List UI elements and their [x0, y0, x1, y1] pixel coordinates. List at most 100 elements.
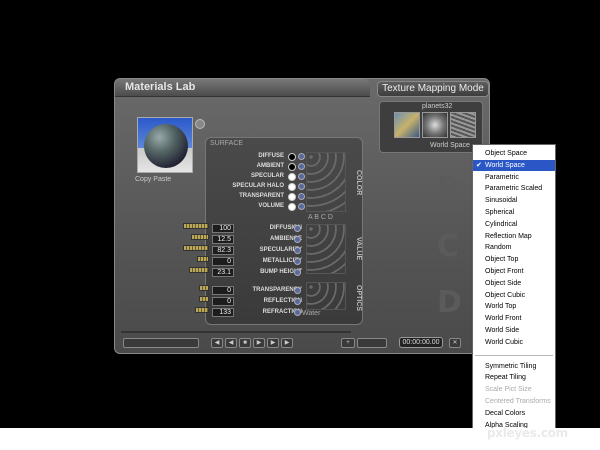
color-link-knob[interactable] [298, 163, 305, 170]
menu-item-label: Object Side [485, 279, 522, 287]
menu-item[interactable]: World Cubic [473, 337, 555, 348]
texture-thumb-1[interactable] [394, 112, 420, 138]
property-value-field[interactable]: 0 [212, 297, 234, 306]
color-link-knob[interactable] [298, 203, 305, 210]
property-link-knob[interactable] [294, 269, 301, 276]
value-slider[interactable] [195, 307, 209, 313]
add-keyframe-button[interactable]: + [341, 338, 355, 348]
value-slider[interactable] [191, 234, 209, 240]
menu-item[interactable]: Reflection Map [473, 231, 555, 242]
property-link-knob[interactable] [294, 298, 301, 305]
menu-item[interactable]: Object Side [473, 278, 555, 289]
menu-item[interactable]: Object Top [473, 254, 555, 265]
property-link-knob[interactable] [294, 258, 301, 265]
keyframe-controls[interactable] [357, 338, 387, 348]
menu-separator [475, 354, 553, 356]
color-swatch[interactable] [288, 153, 296, 161]
menu-item[interactable]: Symmetric Tiling [473, 361, 555, 372]
color-swatch[interactable] [288, 203, 296, 211]
layer-b-letter[interactable]: B [437, 171, 460, 206]
property-value-field[interactable]: 0 [212, 257, 234, 266]
menu-item[interactable]: Random [473, 242, 555, 253]
close-button[interactable]: ✕ [449, 338, 461, 348]
menu-item[interactable]: Object Cubic [473, 290, 555, 301]
texture-name: planets32 [422, 103, 453, 110]
property-value-field[interactable]: 82.3 [212, 246, 234, 255]
value-texture-grid[interactable] [306, 224, 346, 274]
color-link-knob[interactable] [298, 183, 305, 190]
color-swatch[interactable] [288, 193, 296, 201]
color-row-label: SPECULAR [250, 173, 284, 179]
menu-item[interactable]: Cylindrical [473, 219, 555, 230]
menu-item-label: World Side [485, 327, 520, 334]
texture-mapping-mode-tab[interactable]: Texture Mapping Mode [377, 81, 489, 97]
title-bar[interactable]: Materials Lab [115, 79, 370, 97]
property-link-knob[interactable] [294, 287, 301, 294]
property-value-field[interactable]: 100 [212, 224, 234, 233]
property-value-field[interactable]: 0 [212, 286, 234, 295]
surface-section-label: SURFACE [210, 140, 244, 147]
menu-item[interactable]: Object Space [473, 148, 555, 159]
copy-paste-label[interactable]: Copy Paste [135, 176, 171, 183]
menu-item[interactable]: Decal Colors [473, 408, 555, 419]
menu-item: Scale Pict Size [473, 384, 555, 395]
material-preview[interactable] [137, 117, 193, 173]
texture-thumb-2[interactable] [422, 112, 448, 138]
menu-item[interactable]: World Side [473, 325, 555, 336]
grid-column-labels: A B C D [308, 214, 333, 221]
value-slider[interactable] [199, 296, 209, 302]
frame-selector[interactable] [123, 338, 199, 348]
menu-item[interactable]: ✔ World Space [473, 159, 555, 171]
step-forward-button[interactable]: ▶ [267, 338, 279, 348]
value-slider[interactable] [199, 285, 209, 291]
menu-item[interactable]: Repeat Tiling [473, 372, 555, 383]
color-row-label: SPECULAR HALO [232, 183, 284, 189]
property-value-field[interactable]: 23.1 [212, 268, 234, 277]
timeline-slider[interactable] [121, 331, 351, 333]
menu-item[interactable]: Parametric Scaled [473, 183, 555, 194]
value-slider[interactable] [197, 256, 209, 262]
menu-item[interactable]: Sinusoidal [473, 195, 555, 206]
preview-options-icon[interactable] [195, 119, 205, 129]
property-value-field[interactable]: 133 [212, 308, 234, 317]
layer-c-letter[interactable]: C [437, 229, 459, 264]
color-swatch[interactable] [288, 163, 296, 171]
property-link-knob[interactable] [294, 247, 301, 254]
value-slider[interactable] [183, 223, 209, 229]
color-link-knob[interactable] [298, 193, 305, 200]
texture-space-label[interactable]: World Space [430, 142, 470, 149]
property-value-field[interactable]: 12.5 [212, 235, 234, 244]
stop-button[interactable]: ■ [239, 338, 251, 348]
color-swatch[interactable] [288, 173, 296, 181]
value-tab[interactable]: VALUE [348, 224, 362, 274]
water-preset-label[interactable]: Water [302, 310, 320, 317]
color-tab[interactable]: COLOR [348, 158, 362, 208]
texture-thumb-3[interactable] [450, 112, 476, 138]
optics-tab[interactable]: OPTICS [348, 278, 362, 318]
property-link-knob[interactable] [294, 236, 301, 243]
menu-item[interactable]: Object Front [473, 266, 555, 277]
value-slider[interactable] [183, 245, 209, 251]
menu-item[interactable]: Parametric [473, 172, 555, 183]
menu-item-label: Symmetric Tiling [485, 362, 537, 370]
property-link-knob[interactable] [294, 309, 301, 316]
step-back-button[interactable]: ◀ [225, 338, 237, 348]
menu-item[interactable]: World Top [473, 301, 555, 312]
color-link-knob[interactable] [298, 153, 305, 160]
play-button[interactable]: ▶ [253, 338, 265, 348]
menu-item-label: World Top [485, 303, 517, 311]
color-row: SPECULAR [208, 172, 284, 182]
layer-d-letter[interactable]: D [437, 285, 462, 320]
fast-forward-button[interactable]: ▶ [281, 338, 293, 348]
property-row: SPECULARITY [236, 246, 302, 256]
color-texture-grid[interactable] [306, 152, 346, 212]
color-swatch[interactable] [288, 183, 296, 191]
color-link-knob[interactable] [298, 173, 305, 180]
value-slider[interactable] [189, 267, 209, 273]
menu-item-label: Object Space [485, 150, 528, 157]
rewind-button[interactable]: ◀ [211, 338, 223, 348]
menu-item[interactable]: Spherical [473, 207, 555, 218]
menu-item[interactable]: World Front [473, 313, 555, 324]
property-link-knob[interactable] [294, 225, 301, 232]
optics-texture-grid[interactable] [306, 282, 346, 310]
